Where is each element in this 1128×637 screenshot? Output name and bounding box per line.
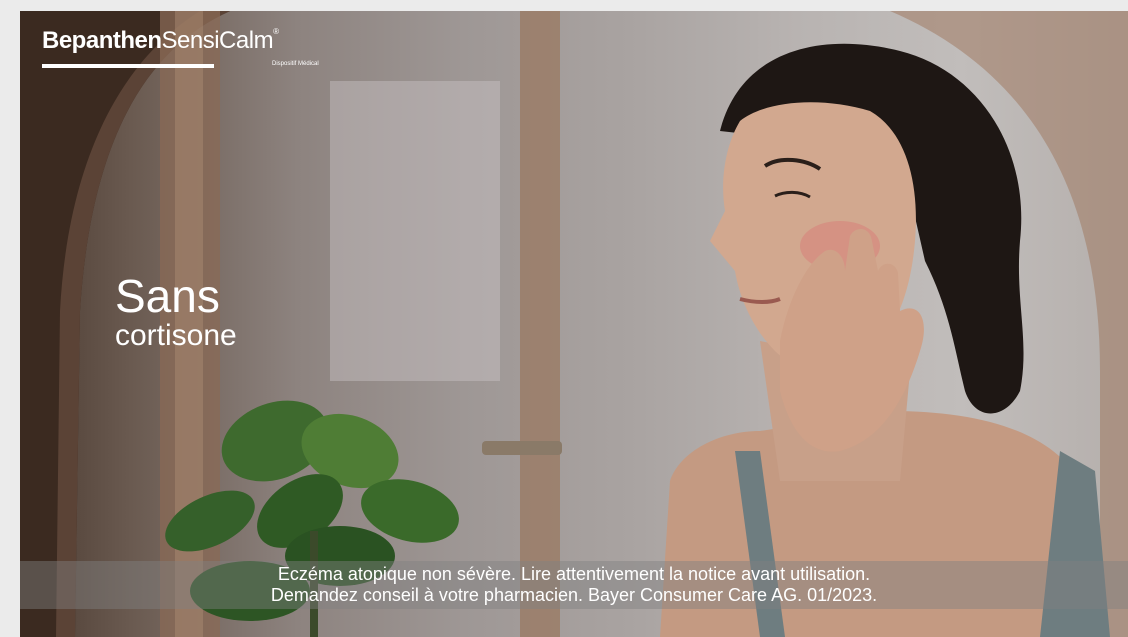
disclaimer-line-2: Demandez conseil à votre pharmacien. Bay… <box>270 585 878 605</box>
brand-logo: BepanthenSensiCalm® Dispositif Médical <box>42 27 319 68</box>
video-frame: BepanthenSensiCalm® Dispositif Médical S… <box>20 11 1128 637</box>
wood-post-center <box>520 11 560 637</box>
logo-underline <box>42 64 214 68</box>
disclaimer-line-1: Eczéma atopique non sévère. Lire attenti… <box>277 564 871 584</box>
disclaimer-banner: Eczéma atopique non sévère. Lire attenti… <box>20 561 1128 609</box>
logo-brand: Bepanthen <box>42 27 162 54</box>
door-handle <box>482 441 562 455</box>
claim-text: Sans cortisone <box>115 273 237 351</box>
wall-poster <box>330 81 500 381</box>
logo-product: SensiCalm <box>161 27 274 54</box>
logo-registered-mark: ® <box>273 27 279 36</box>
claim-line-2: cortisone <box>115 319 237 352</box>
logo-subtitle: Dispositif Médical <box>272 61 319 67</box>
claim-line-1: Sans <box>115 270 220 322</box>
